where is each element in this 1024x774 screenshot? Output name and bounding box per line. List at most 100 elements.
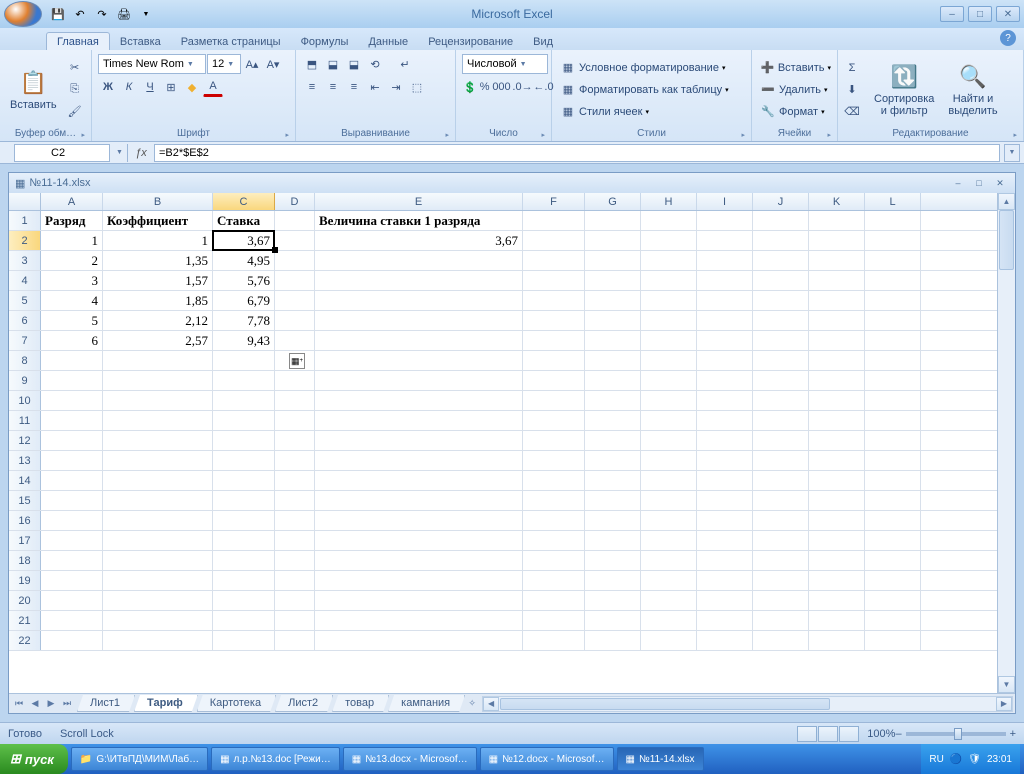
tab-insert[interactable]: Вставка	[110, 33, 171, 50]
name-box-dropdown[interactable]: ▼	[112, 144, 128, 162]
currency-icon[interactable]: 💲	[462, 77, 478, 97]
cell[interactable]	[641, 591, 697, 610]
cell[interactable]	[41, 611, 103, 630]
cell[interactable]	[213, 371, 275, 390]
cell[interactable]	[41, 431, 103, 450]
help-icon[interactable]: ?	[1000, 30, 1016, 46]
cell[interactable]	[275, 551, 315, 570]
cell[interactable]	[641, 511, 697, 530]
cell[interactable]	[809, 351, 865, 370]
cell[interactable]	[697, 291, 753, 310]
align-center-icon[interactable]: ≡	[323, 77, 343, 97]
col-header-J[interactable]: J	[753, 193, 809, 210]
border-icon[interactable]: ⊞	[161, 77, 181, 97]
cell[interactable]	[697, 271, 753, 290]
cell[interactable]	[585, 591, 641, 610]
align-middle-icon[interactable]: ⬓	[323, 54, 343, 74]
cell[interactable]	[809, 591, 865, 610]
cell[interactable]	[697, 411, 753, 430]
view-pagebreak-icon[interactable]	[839, 726, 859, 742]
cell[interactable]	[809, 451, 865, 470]
taskbar-item[interactable]: ▦№12.docx - Microsof…	[480, 747, 614, 771]
cell[interactable]	[809, 531, 865, 550]
row-header[interactable]: 5	[9, 291, 41, 310]
cell[interactable]	[753, 551, 809, 570]
cell[interactable]	[41, 411, 103, 430]
redo-icon[interactable]: ↷	[92, 4, 112, 24]
cell[interactable]	[523, 331, 585, 350]
cell[interactable]	[585, 231, 641, 250]
cell[interactable]	[103, 571, 213, 590]
cell[interactable]	[809, 291, 865, 310]
shrink-font-icon[interactable]: A▾	[263, 54, 283, 74]
orientation-icon[interactable]: ⟲	[365, 54, 385, 74]
taskbar-item[interactable]: ▦№11-14.xlsx	[617, 747, 704, 771]
cell[interactable]	[809, 331, 865, 350]
cell[interactable]	[697, 451, 753, 470]
cell[interactable]	[753, 411, 809, 430]
cell[interactable]: 4	[41, 291, 103, 310]
scroll-down-icon[interactable]: ▼	[998, 676, 1015, 693]
fill-icon[interactable]: ⬇	[842, 80, 862, 100]
italic-icon[interactable]: К	[119, 77, 139, 97]
cell[interactable]	[585, 331, 641, 350]
cell[interactable]	[641, 411, 697, 430]
cell[interactable]: 4,95	[213, 251, 275, 270]
row-header[interactable]: 6	[9, 311, 41, 330]
cell[interactable]	[315, 271, 523, 290]
cell[interactable]	[41, 591, 103, 610]
cell[interactable]	[41, 551, 103, 570]
align-right-icon[interactable]: ≡	[344, 77, 364, 97]
fill-color-icon[interactable]: ◆	[182, 77, 202, 97]
cell[interactable]	[697, 531, 753, 550]
cell[interactable]	[275, 591, 315, 610]
cell[interactable]: 3	[41, 271, 103, 290]
underline-icon[interactable]: Ч	[140, 77, 160, 97]
tray-icon[interactable]: 🔵	[950, 754, 962, 765]
horizontal-scrollbar[interactable]: ◀ ▶	[482, 696, 1013, 712]
cell[interactable]	[103, 471, 213, 490]
cell[interactable]	[213, 591, 275, 610]
cell[interactable]	[809, 611, 865, 630]
cell[interactable]	[753, 251, 809, 270]
cell[interactable]	[641, 371, 697, 390]
cell[interactable]	[865, 271, 921, 290]
cell[interactable]	[641, 391, 697, 410]
tab-nav-first[interactable]: ⏮	[11, 696, 27, 712]
close-button[interactable]: ✕	[996, 6, 1020, 22]
cell[interactable]	[865, 371, 921, 390]
cell[interactable]	[809, 471, 865, 490]
cell[interactable]	[753, 431, 809, 450]
cell[interactable]: 5,76	[213, 271, 275, 290]
cell[interactable]	[753, 451, 809, 470]
sheet-tab[interactable]: Картотека	[197, 695, 276, 712]
cell[interactable]	[523, 451, 585, 470]
cell[interactable]	[585, 631, 641, 650]
cell[interactable]	[753, 371, 809, 390]
scroll-up-icon[interactable]: ▲	[998, 193, 1015, 210]
cell[interactable]: 5	[41, 311, 103, 330]
font-size-combo[interactable]: 12▼	[207, 54, 241, 74]
cell[interactable]	[585, 451, 641, 470]
grow-font-icon[interactable]: A▴	[242, 54, 262, 74]
cell[interactable]	[809, 391, 865, 410]
cell[interactable]	[641, 271, 697, 290]
cell[interactable]	[697, 251, 753, 270]
cell[interactable]	[753, 291, 809, 310]
cell[interactable]	[315, 611, 523, 630]
vertical-scrollbar[interactable]: ▲ ▼	[997, 193, 1015, 693]
cell[interactable]	[809, 431, 865, 450]
start-button[interactable]: ⊞ пуск	[0, 744, 68, 774]
maximize-button[interactable]: □	[968, 6, 992, 22]
cell[interactable]	[103, 531, 213, 550]
cell[interactable]	[523, 211, 585, 230]
cell[interactable]	[753, 571, 809, 590]
row-header[interactable]: 8	[9, 351, 41, 370]
cell[interactable]	[585, 351, 641, 370]
cell[interactable]	[753, 331, 809, 350]
find-select-button[interactable]: 🔍 Найти и выделить	[942, 61, 1003, 119]
cell[interactable]	[103, 451, 213, 470]
cell[interactable]	[41, 471, 103, 490]
cell[interactable]	[523, 551, 585, 570]
cell[interactable]	[865, 631, 921, 650]
